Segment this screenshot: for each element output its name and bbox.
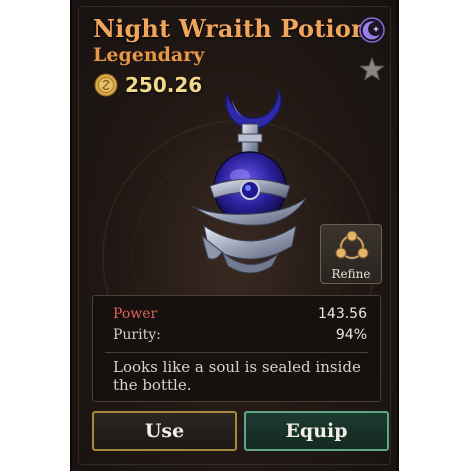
coin-icon xyxy=(94,73,118,97)
stat-label-purity: Purity: xyxy=(113,327,161,343)
use-button[interactable]: Use xyxy=(92,411,237,451)
item-rarity: Legendary xyxy=(93,44,205,66)
refine-icon xyxy=(335,231,369,260)
stat-row-purity: Purity: 94% xyxy=(113,327,367,343)
stats-panel: Power 143.56 Purity: 94% Looks like a so… xyxy=(92,295,381,402)
crescent-moon-icon xyxy=(359,17,385,43)
stat-value-purity: 94% xyxy=(335,327,367,343)
refine-button[interactable]: Refine xyxy=(320,224,382,284)
stats-divider xyxy=(105,352,368,353)
equip-button[interactable]: Equip xyxy=(244,411,389,451)
stat-label-power: Power xyxy=(113,306,158,322)
potion-bottle-image xyxy=(191,87,307,274)
stat-row-power: Power 143.56 xyxy=(113,306,367,322)
refine-label: Refine xyxy=(331,267,371,281)
star-icon[interactable] xyxy=(359,56,385,82)
item-tooltip-card: Night Wraith Potion Legendary 250.26 Ref… xyxy=(70,0,399,471)
item-name: Night Wraith Potion xyxy=(93,14,369,43)
item-description: Looks like a soul is sealed inside the b… xyxy=(113,358,361,394)
stat-value-power: 143.56 xyxy=(318,306,367,322)
